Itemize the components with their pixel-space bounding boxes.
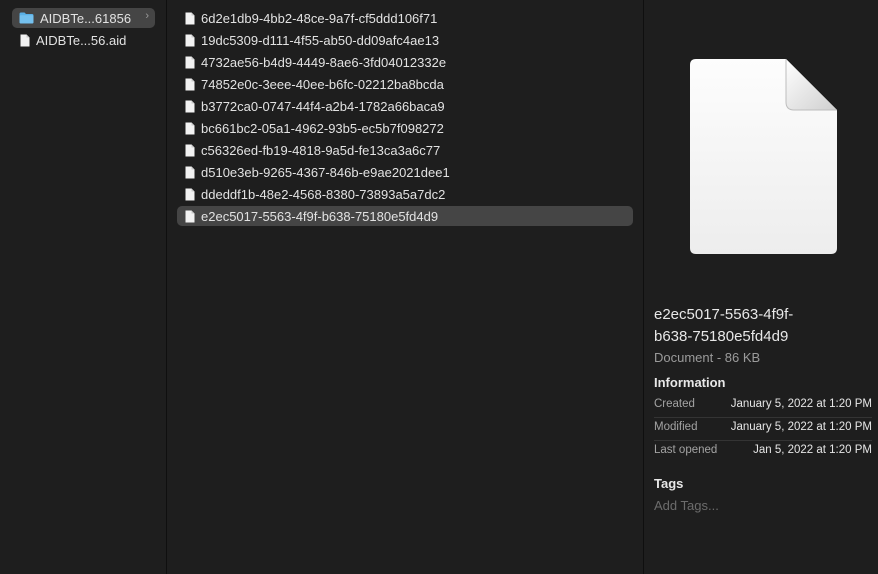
chevron-right-icon: › xyxy=(145,10,149,22)
file-list-column: 6d2e1db9-4bb2-48ce-9a7f-cf5ddd106f71 19dc… xyxy=(167,0,644,574)
file-name-label: 6d2e1db9-4bb2-48ce-9a7f-cf5ddd106f71 xyxy=(201,10,438,26)
info-key: Modified xyxy=(654,421,698,433)
preview-file-name-line1: e2ec5017-5563-4f9f- xyxy=(654,306,794,323)
document-icon xyxy=(185,166,195,178)
file-name-label: b3772ca0-0747-44f4-a2b4-1782a66baca9 xyxy=(201,98,445,114)
document-icon xyxy=(20,34,30,46)
document-icon xyxy=(185,188,195,200)
file-list-item[interactable]: 74852e0c-3eee-40ee-b6fc-02212ba8bcda xyxy=(177,74,633,94)
file-list-item[interactable]: 6d2e1db9-4bb2-48ce-9a7f-cf5ddd106f71 xyxy=(177,8,633,28)
sidebar-item-folder[interactable]: AIDBTe...61856 › xyxy=(12,8,155,28)
info-row-created: Created January 5, 2022 at 1:20 PM xyxy=(654,398,872,414)
info-value: January 5, 2022 at 1:20 PM xyxy=(730,398,872,410)
file-name-label: bc661bc2-05a1-4962-93b5-ec5b7f098272 xyxy=(201,120,444,136)
file-list-item[interactable]: 19dc5309-d111-4f55-ab50-dd09afc4ae13 xyxy=(177,30,633,50)
divider xyxy=(654,417,872,418)
document-icon xyxy=(185,122,195,134)
document-thumbnail-icon xyxy=(690,59,837,254)
sidebar-item-aid-file[interactable]: AIDBTe...56.aid xyxy=(12,30,155,50)
file-list-item[interactable]: b3772ca0-0747-44f4-a2b4-1782a66baca9 xyxy=(177,96,633,116)
file-list-item[interactable]: c56326ed-fb19-4818-9a5d-fe13ca3a6c77 xyxy=(177,140,633,160)
document-icon xyxy=(185,12,195,24)
preview-pane: e2ec5017-5563-4f9f- b638-75180e5fd4d9 Do… xyxy=(644,0,878,574)
preview-file-name-line2: b638-75180e5fd4d9 xyxy=(654,328,789,345)
info-key: Created xyxy=(654,398,695,410)
document-icon xyxy=(185,34,195,46)
document-icon xyxy=(185,100,195,112)
tags-heading: Tags xyxy=(654,476,684,491)
file-name-label: 19dc5309-d111-4f55-ab50-dd09afc4ae13 xyxy=(201,32,440,48)
information-heading: Information xyxy=(654,375,726,390)
file-name-label: c56326ed-fb19-4818-9a5d-fe13ca3a6c77 xyxy=(201,142,441,158)
document-icon xyxy=(185,144,195,156)
document-icon xyxy=(185,78,195,90)
info-row-modified: Modified January 5, 2022 at 1:20 PM xyxy=(654,421,872,437)
sidebar-column: AIDBTe...61856 › AIDBTe...56.aid xyxy=(0,0,167,574)
document-icon xyxy=(185,56,195,68)
file-list-item[interactable]: d510e3eb-9265-4367-846b-e9ae2021dee1 xyxy=(177,162,633,182)
info-value: Jan 5, 2022 at 1:20 PM xyxy=(753,444,872,456)
file-list-item[interactable]: 4732ae56-b4d9-4449-8ae6-3fd04012332e xyxy=(177,52,633,72)
file-name-label: 74852e0c-3eee-40ee-b6fc-02212ba8bcda xyxy=(201,76,444,92)
file-list-item[interactable]: bc661bc2-05a1-4962-93b5-ec5b7f098272 xyxy=(177,118,633,138)
document-icon xyxy=(185,210,195,222)
sidebar-item-label: AIDBTe...56.aid xyxy=(36,32,127,48)
info-key: Last opened xyxy=(654,444,718,456)
info-value: January 5, 2022 at 1:20 PM xyxy=(730,421,872,433)
preview-file-name: e2ec5017-5563-4f9f- b638-75180e5fd4d9 xyxy=(654,304,868,348)
preview-file-kind: Document - 86 KB xyxy=(654,350,761,365)
file-name-label: e2ec5017-5563-4f9f-b638-75180e5fd4d9 xyxy=(201,208,439,224)
file-name-label: 4732ae56-b4d9-4449-8ae6-3fd04012332e xyxy=(201,54,447,70)
file-name-label: ddeddf1b-48e2-4568-8380-73893a5a7dc2 xyxy=(201,186,446,202)
file-list-item[interactable]: ddeddf1b-48e2-4568-8380-73893a5a7dc2 xyxy=(177,184,633,204)
info-row-last-opened: Last opened Jan 5, 2022 at 1:20 PM xyxy=(654,444,872,460)
divider xyxy=(654,440,872,441)
add-tags-field[interactable]: Add Tags... xyxy=(654,498,719,513)
file-list-item[interactable]: e2ec5017-5563-4f9f-b638-75180e5fd4d9 xyxy=(177,206,633,226)
sidebar-item-label: AIDBTe...61856 xyxy=(40,10,132,26)
file-name-label: d510e3eb-9265-4367-846b-e9ae2021dee1 xyxy=(201,164,450,180)
folder-icon xyxy=(19,12,34,24)
